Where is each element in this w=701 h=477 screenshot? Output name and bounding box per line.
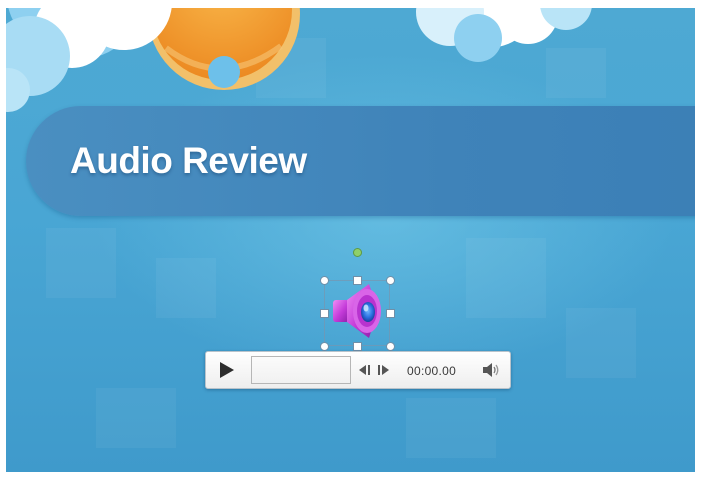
skip-back-icon[interactable] bbox=[357, 363, 373, 377]
background-tile bbox=[566, 308, 636, 378]
time-display: 00:00.00 bbox=[407, 364, 457, 378]
title-banner: Audio Review bbox=[26, 106, 695, 216]
slide-title[interactable]: Audio Review bbox=[70, 140, 307, 182]
sun-and-clouds-decoration bbox=[6, 8, 592, 112]
slide-canvas: Audio Review bbox=[6, 8, 695, 472]
rotation-handle[interactable] bbox=[353, 248, 362, 257]
progress-bar[interactable] bbox=[251, 356, 351, 384]
play-icon[interactable] bbox=[220, 362, 234, 378]
bubble bbox=[208, 56, 240, 88]
background-tile bbox=[406, 398, 496, 458]
speaker-icon[interactable] bbox=[319, 274, 393, 346]
media-controls-bar: 00:00.00 bbox=[205, 351, 511, 389]
background-tile bbox=[46, 228, 116, 298]
skip-forward-icon[interactable] bbox=[376, 363, 392, 377]
background-tile bbox=[96, 388, 176, 448]
background-tile bbox=[466, 238, 546, 318]
background-tile bbox=[156, 258, 216, 318]
volume-icon[interactable] bbox=[482, 362, 500, 378]
